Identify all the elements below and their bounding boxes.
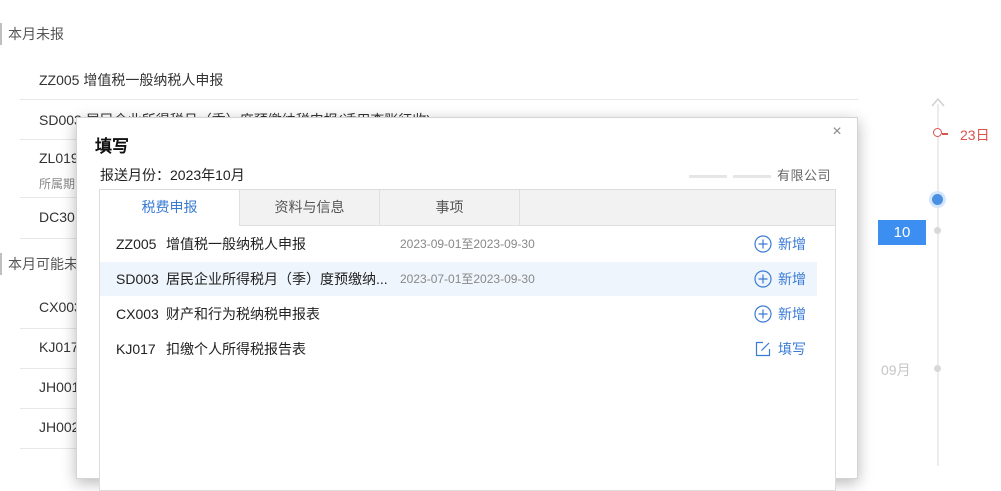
timeline-dot[interactable] bbox=[934, 227, 941, 234]
timeline-track bbox=[937, 104, 939, 466]
tab-panel: 税费申报 资料与信息 事项 ZZ005 增值税一般纳税人申报 2023-09-0… bbox=[99, 189, 836, 491]
row-name: 扣缴个人所得税报告表 bbox=[166, 341, 306, 357]
fill-button-label: 填写 bbox=[778, 341, 806, 357]
section-header-maybe-unreported: 本月可能未 bbox=[0, 253, 78, 275]
list-item-sub: 所属期 bbox=[39, 177, 76, 191]
row-name: 增值税一般纳税人申报 bbox=[166, 236, 306, 252]
row-code: CX003 bbox=[116, 306, 159, 322]
close-icon[interactable]: × bbox=[829, 124, 845, 140]
list-item-label: ZL019 bbox=[39, 150, 79, 166]
tab-bar: 税费申报 资料与信息 事项 bbox=[100, 190, 835, 226]
list-item[interactable]: ZZ005 增值税一般纳税人申报 bbox=[20, 59, 858, 100]
list-item-label: KJ017 bbox=[39, 339, 79, 355]
row-code: ZZ005 bbox=[116, 236, 157, 252]
row-period: 2023-07-01至2023-09-30 bbox=[400, 272, 535, 286]
plus-circle-icon bbox=[754, 235, 772, 253]
plus-circle-icon bbox=[754, 305, 772, 323]
row-name: 财产和行为税纳税申报表 bbox=[166, 306, 320, 322]
fill-dialog: 填写 × 报送月份：2023年10月 有限公司 税费申报 资料与信息 事项 ZZ… bbox=[76, 117, 858, 491]
list-item-label: DC30 bbox=[39, 209, 75, 225]
timeline-month-label[interactable]: 09月 bbox=[881, 360, 911, 380]
dialog-title: 填写 bbox=[95, 137, 129, 156]
row-period: 2023-09-01至2023-09-30 bbox=[400, 237, 535, 251]
timeline-current-dot[interactable] bbox=[932, 194, 943, 205]
tab-tax-declaration[interactable]: 税费申报 bbox=[100, 190, 240, 226]
row-name: 居民企业所得税月（季）度预缴纳... bbox=[166, 271, 388, 287]
tab-materials-info[interactable]: 资料与信息 bbox=[240, 190, 380, 225]
table-row: SD003 居民企业所得税月（季）度预缴纳... 2023-07-01至2023… bbox=[100, 262, 817, 296]
company-name: 有限公司 bbox=[617, 165, 831, 184]
tab-matters[interactable]: 事项 bbox=[380, 190, 520, 225]
add-button-label: 新增 bbox=[778, 236, 806, 252]
list-item-label: JH002 bbox=[39, 419, 80, 435]
row-code: SD003 bbox=[116, 271, 159, 287]
add-button-label: 新增 bbox=[778, 306, 806, 322]
arrow-up-icon bbox=[931, 97, 945, 107]
section-header-unreported: 本月未报 bbox=[0, 23, 64, 45]
list-item-label: ZZ005 增值税一般纳税人申报 bbox=[39, 72, 224, 88]
add-button-label: 新增 bbox=[778, 271, 806, 287]
edit-icon bbox=[755, 341, 771, 357]
current-month-badge[interactable]: 10 bbox=[878, 220, 926, 245]
table-row: ZZ005 增值税一般纳税人申报 2023-09-01至2023-09-30 新… bbox=[100, 227, 817, 261]
company-name-suffix: 有限公司 bbox=[776, 168, 831, 183]
today-marker-icon bbox=[933, 128, 942, 137]
table-row: CX003 财产和行为税纳税申报表 新增 bbox=[100, 297, 817, 331]
table-row: KJ017 扣缴个人所得税报告表 填写 bbox=[100, 332, 817, 366]
plus-circle-icon bbox=[754, 270, 772, 288]
redacted-text bbox=[732, 175, 771, 179]
timeline-dot[interactable] bbox=[934, 365, 941, 372]
list-item-label: JH001 bbox=[39, 379, 80, 395]
today-date-label: 23日 bbox=[960, 127, 990, 143]
redacted-text bbox=[688, 175, 727, 179]
report-month: 报送月份：2023年10月 bbox=[100, 167, 245, 183]
today-marker-tick bbox=[942, 133, 948, 135]
row-code: KJ017 bbox=[116, 341, 156, 357]
